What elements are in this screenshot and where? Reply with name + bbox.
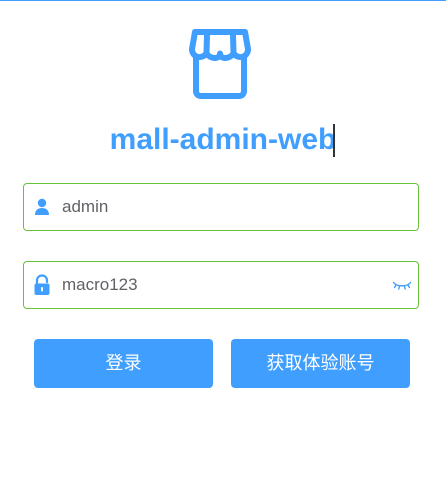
text-cursor (333, 124, 335, 157)
user-icon (32, 196, 52, 218)
username-field[interactable]: admin (23, 183, 419, 231)
store-logo-icon (187, 27, 253, 99)
login-button[interactable]: 登录 (34, 339, 213, 388)
password-field[interactable]: macro123 (23, 261, 419, 309)
eye-closed-icon[interactable] (392, 278, 412, 292)
login-page: mall-admin-web admin macro123 登录 获取体验账号 (0, 0, 446, 487)
lock-icon (32, 274, 52, 296)
get-trial-account-button[interactable]: 获取体验账号 (231, 339, 410, 388)
password-input[interactable]: macro123 (62, 262, 138, 308)
username-input[interactable]: admin (62, 184, 108, 230)
page-title: mall-admin-web (109, 123, 337, 156)
